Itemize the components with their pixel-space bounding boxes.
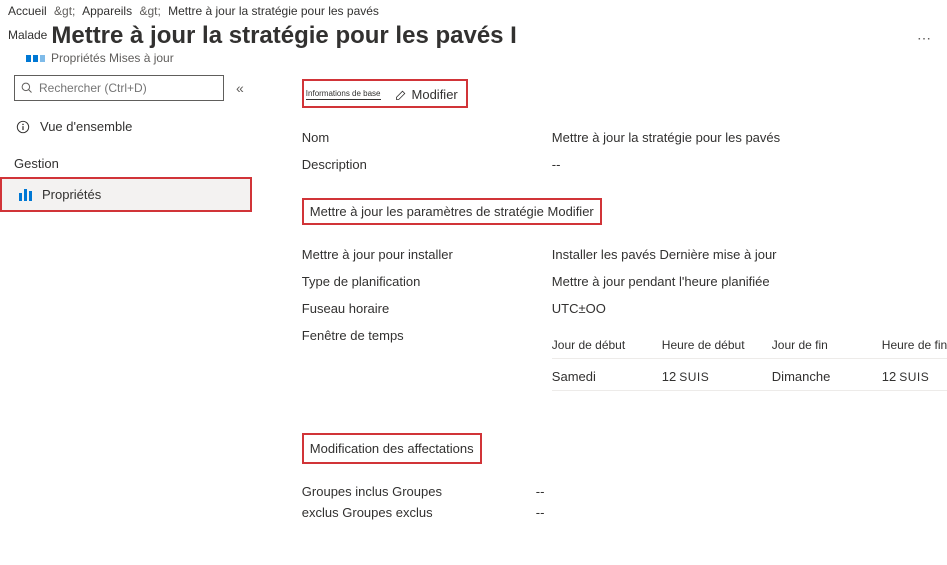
section-basics-hint: Informations de base [306,89,381,100]
search-icon [21,82,33,94]
section-settings-header: Mettre à jour les paramètres de stratégi… [302,198,602,225]
sidebar-item-label: Propriétés [42,187,101,202]
sidebar: « Vue d'ensemble Gestion Propriétés [0,75,252,520]
time-startday: Samedi [552,369,662,384]
basics-value-description: -- [552,155,947,174]
assign-label-excluded: exclus Groupes exclus [302,505,536,520]
time-header-starthour: Heure de début [662,338,772,352]
time-header-endhour: Heure de fin [882,338,947,352]
tiles-icon [26,55,45,62]
page-subtitle: Propriétés Mises à jour [51,51,174,65]
page-title: Mettre à jour la stratégie pour les pavé… [51,22,889,50]
assign-value-included: -- [536,484,947,499]
sidebar-item-label: Vue d'ensemble [40,119,132,134]
settings-label-timewindow: Fenêtre de temps [302,326,522,393]
settings-value-install: Installer les pavés Dernière mise à jour [552,245,947,264]
basics-label-description: Description [302,155,522,174]
time-endday: Dimanche [772,369,882,384]
search-input[interactable] [39,81,217,95]
page-subheader: Propriétés Mises à jour [0,51,947,75]
time-window-table: Jour de début Heure de début Jour de fin… [552,330,947,393]
sidebar-section-gestion: Gestion [0,142,252,177]
time-row: Samedi 12SUIS Dimanche 12SUIS [552,359,947,391]
more-actions-button[interactable]: ⋯ [909,26,939,51]
breadcrumb-current: Mettre à jour la stratégie pour les pavé… [168,4,379,18]
assign-value-excluded: -- [536,505,947,520]
assign-label-included: Groupes inclus Groupes [302,484,536,499]
basics-label-nom: Nom [302,128,522,147]
settings-label-schedule: Type de planification [302,272,522,291]
sidebar-item-overview[interactable]: Vue d'ensemble [0,111,252,142]
bars-icon [16,189,34,201]
breadcrumb-home[interactable]: Accueil [8,4,47,18]
time-header-endday: Jour de fin [772,338,882,352]
breadcrumb-sep: &gt; [54,4,75,18]
settings-label-install: Mettre à jour pour installer [302,245,522,264]
section-basics-header: Informations de base Modifier [302,79,468,108]
settings-value-schedule: Mettre à jour pendant l'heure planifiée [552,272,947,291]
time-header-startday: Jour de début [552,338,662,352]
edit-assignments-link[interactable]: Modification des affectations [310,441,474,456]
sidebar-item-properties[interactable]: Propriétés [0,177,252,212]
settings-label-timezone: Fuseau horaire [302,299,522,318]
page-header: Malade Mettre à jour la stratégie pour l… [0,20,947,51]
basics-value-nom: Mettre à jour la stratégie pour les pavé… [552,128,947,147]
breadcrumb-devices[interactable]: Appareils [82,4,132,18]
search-input-wrap[interactable] [14,75,224,101]
collapse-sidebar-button[interactable]: « [236,80,244,96]
info-icon [14,120,32,134]
time-endhour: 12SUIS [882,369,947,384]
edit-settings-link[interactable]: Mettre à jour les paramètres de stratégi… [310,204,594,219]
edit-basics-link[interactable]: Modifier [412,87,458,102]
status-badge: Malade [8,28,47,42]
breadcrumb: Accueil &gt; Appareils &gt; Mettre à jou… [0,0,947,20]
section-assignments-header: Modification des affectations [302,433,482,464]
time-starthour: 12SUIS [662,369,772,384]
settings-value-timezone: UTC±OO [552,299,947,318]
edit-icon [395,89,407,101]
main-content: Informations de base Modifier Nom Mettre… [252,75,947,520]
breadcrumb-sep: &gt; [139,4,160,18]
